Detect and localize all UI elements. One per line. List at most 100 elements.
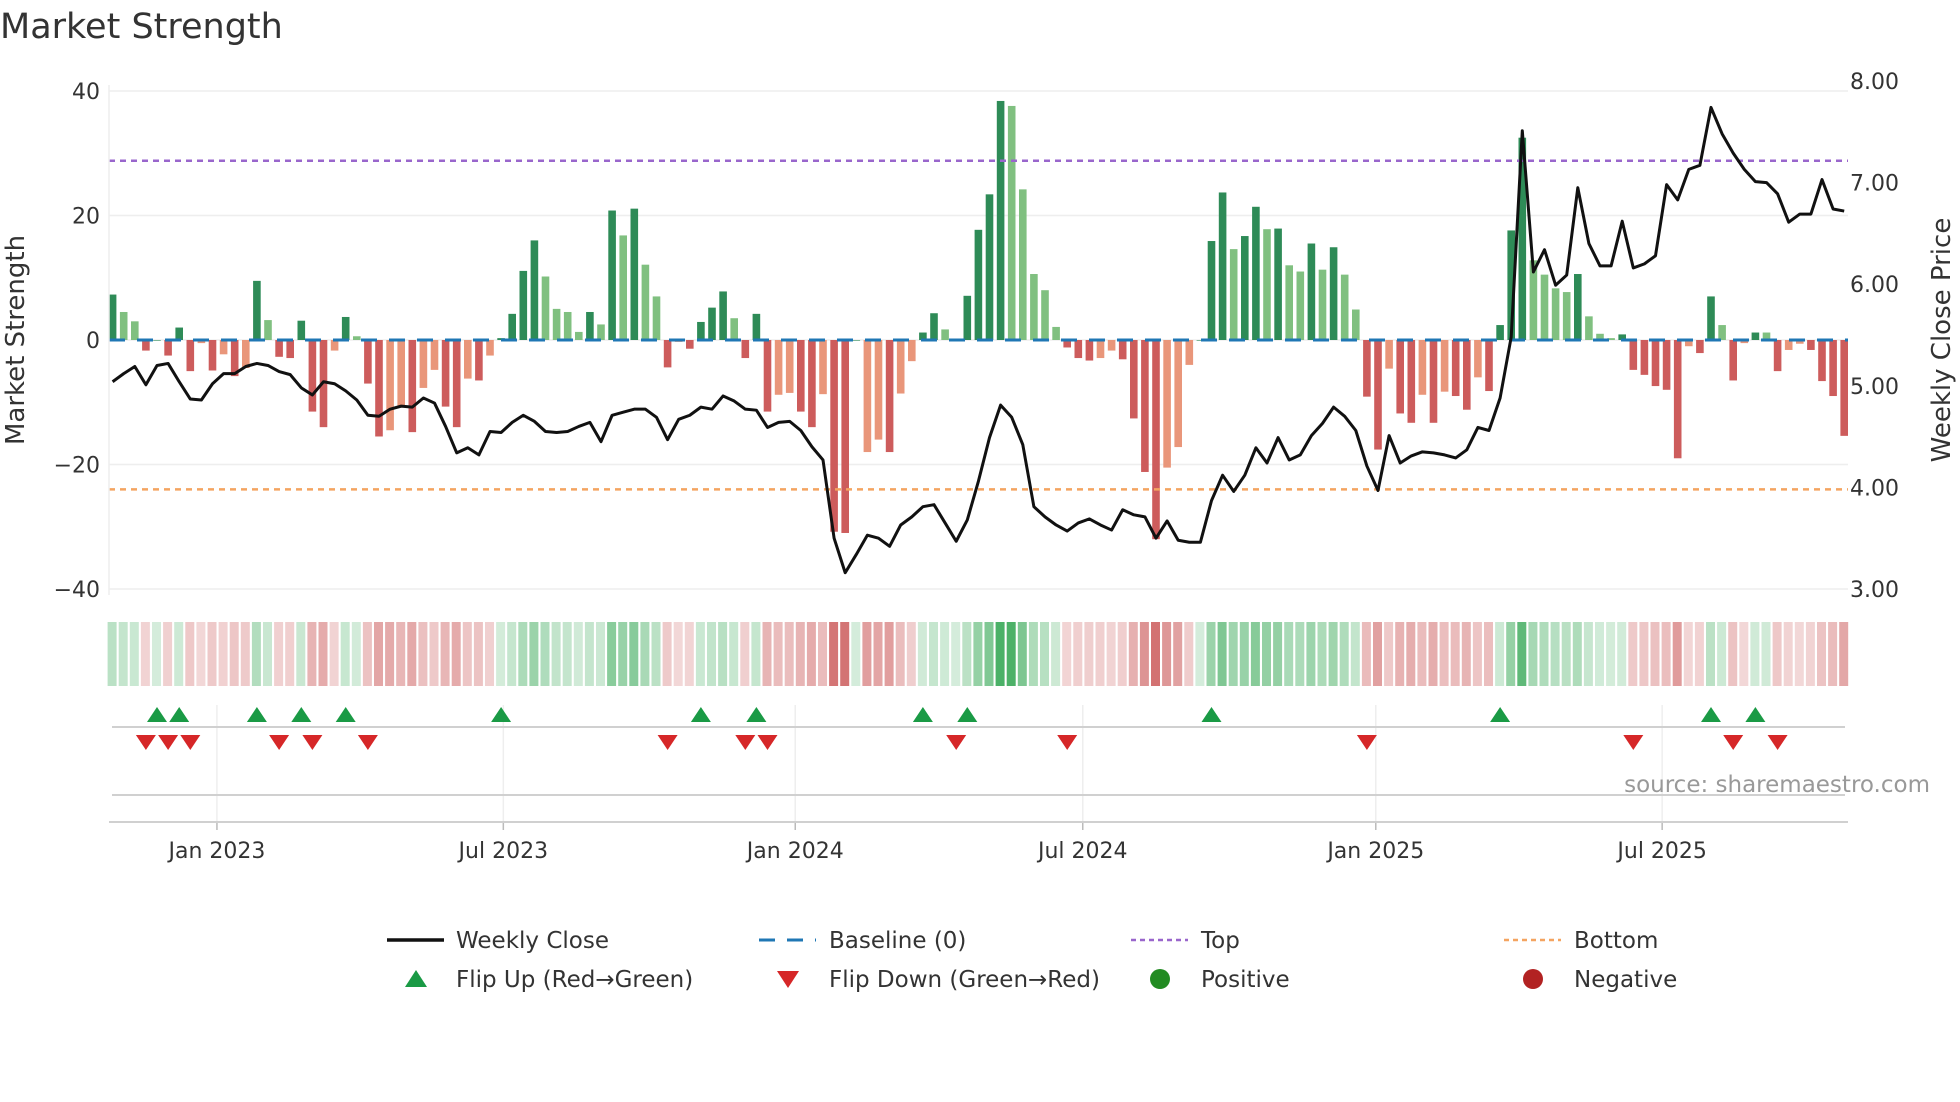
heat-cell [795, 622, 805, 686]
negative-bar [1807, 340, 1815, 350]
negative-bar [1141, 340, 1149, 472]
negative-bar [1673, 340, 1682, 459]
positive-bar [508, 313, 516, 340]
heat-cell [1417, 622, 1427, 686]
heat-cell [762, 622, 772, 686]
flip-up-marker [690, 707, 711, 722]
heat-cell [1561, 622, 1571, 686]
heat-cell [1028, 622, 1038, 686]
negative-bar [1440, 340, 1449, 392]
negative-bar [386, 340, 394, 431]
positive-bar [153, 340, 161, 341]
negative-bar [830, 340, 838, 532]
heat-cell [163, 622, 173, 686]
heat-cell [462, 622, 472, 686]
x-tick-label: Jul 2023 [457, 839, 549, 864]
heat-cell [1040, 622, 1049, 686]
legend-label: Top [1200, 928, 1240, 954]
negative-bar [397, 340, 405, 408]
heat-cell [740, 622, 750, 686]
heat-cell [140, 622, 150, 686]
negative-bar [1096, 340, 1105, 359]
heat-cell [1151, 622, 1160, 686]
negative-bar [1429, 340, 1438, 423]
heat-cell [607, 622, 617, 686]
positive-bar [1562, 292, 1571, 340]
positive-bar [575, 331, 583, 340]
negative-bar [1773, 340, 1782, 372]
negative-bar [1407, 340, 1416, 423]
flip-up-marker [335, 707, 356, 722]
heat-cell [1106, 622, 1116, 686]
negative-bar [1074, 340, 1083, 359]
heat-cell [1683, 622, 1693, 686]
heat-cell [806, 622, 816, 686]
heat-cell [1461, 622, 1471, 686]
positive-bar [597, 324, 605, 340]
heat-cell [662, 622, 672, 686]
negative-bar [1418, 340, 1427, 395]
heat-cell [818, 622, 827, 686]
heat-cell [718, 622, 728, 686]
negative-bar [785, 340, 794, 393]
y-axis-title: Market Strength [1, 235, 31, 445]
positive-bar [630, 208, 639, 340]
heat-cell [1017, 622, 1027, 686]
heat-cell [440, 622, 450, 686]
positive-bar [1274, 228, 1282, 340]
negative-bar [1085, 340, 1094, 361]
heat-cell [1073, 622, 1083, 686]
heat-cell [1606, 622, 1616, 686]
heat-cell [618, 622, 628, 686]
positive-bar [1318, 269, 1327, 340]
negative-bar [741, 340, 750, 359]
heat-cell [473, 622, 483, 686]
heat-cell [873, 622, 883, 686]
negative-bar [452, 340, 461, 428]
positive-bar [941, 329, 949, 340]
heat-cell [1428, 622, 1438, 686]
heat-cell [1583, 622, 1593, 686]
negative-bar [686, 340, 694, 349]
negative-bar [242, 340, 250, 369]
heat-cell [940, 622, 950, 686]
negative-bar [375, 340, 383, 437]
y2-tick-label: 8.00 [1850, 70, 1899, 95]
flip-down-marker [302, 735, 323, 750]
heat-cell [518, 622, 528, 686]
positive-bar [1229, 249, 1238, 340]
legend-triangle-up-icon [405, 970, 427, 987]
heat-cell [917, 622, 927, 686]
flip-down-marker [1767, 735, 1788, 750]
heat-cell [1439, 622, 1449, 686]
heat-cell [884, 622, 894, 686]
positive-bar [1207, 241, 1216, 340]
negative-bar [208, 340, 217, 371]
legend-triangle-down-icon [777, 971, 799, 988]
heat-cell [485, 622, 494, 686]
heat-cell [962, 622, 972, 686]
x-tick-label: Jan 2024 [745, 839, 844, 864]
flip-down-marker [946, 735, 967, 750]
positive-bar [1007, 105, 1016, 340]
negative-bar [819, 340, 827, 395]
flip-down-marker [1356, 735, 1377, 750]
heat-cell [1295, 622, 1305, 686]
heat-cell [573, 622, 583, 686]
y2-tick-label: 5.00 [1850, 375, 1899, 400]
y2-axis-title: Weekly Close Price [1927, 218, 1957, 463]
heat-cell [1728, 622, 1738, 686]
negative-bar [1485, 340, 1493, 392]
negative-bar [885, 340, 894, 453]
positive-bar [608, 210, 616, 340]
negative-bar [1107, 340, 1116, 351]
negative-bar [1174, 340, 1182, 448]
flip-markers-panel: Jan 2023 Jul 2023 Jan 2024 Jul 2024 Jan 2025… [109, 705, 1848, 864]
heat-cell [118, 622, 128, 686]
heat-cell [1162, 622, 1172, 686]
heat-cell [1706, 622, 1715, 686]
y2-tick-label: 6.00 [1850, 273, 1899, 298]
y2-tick-label: 4.00 [1850, 476, 1899, 501]
negative-bar [774, 340, 783, 395]
positive-bar [253, 280, 261, 340]
